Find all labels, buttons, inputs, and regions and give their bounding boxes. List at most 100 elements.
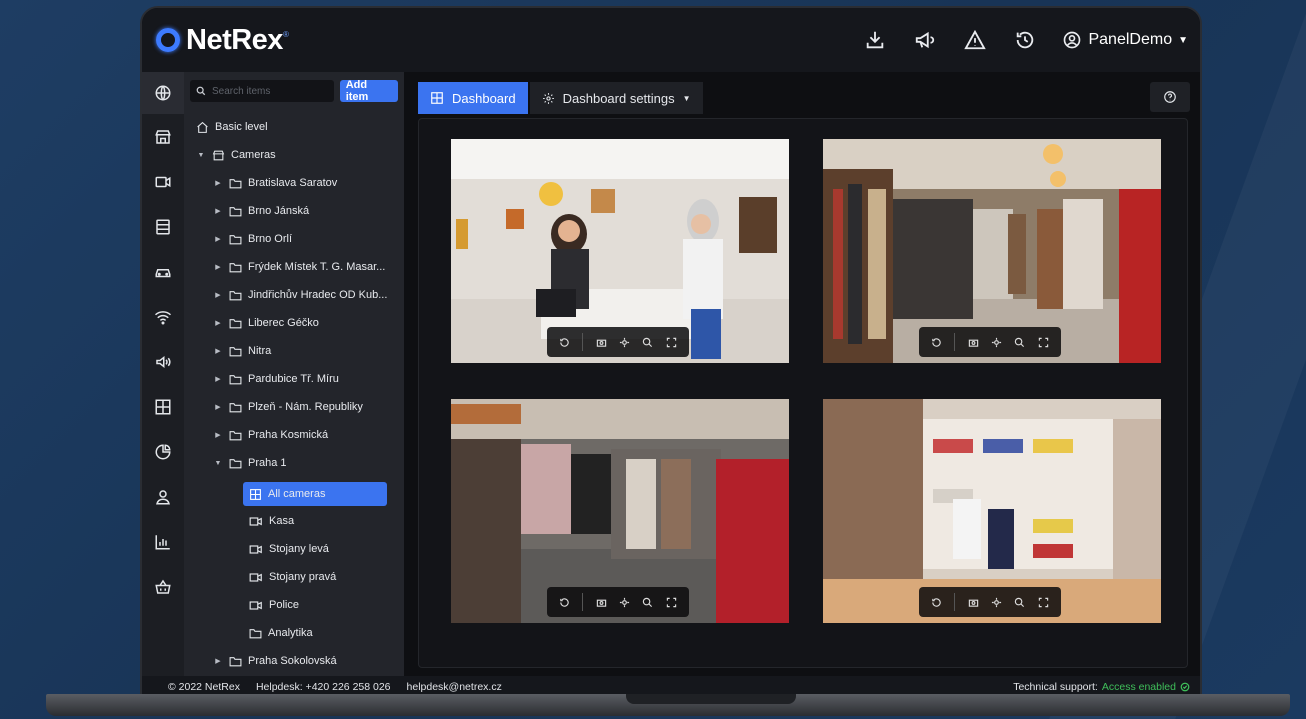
chevron-down-icon: ▼: [1178, 34, 1188, 46]
caret-down-icon[interactable]: ▼: [196, 152, 206, 159]
snapshot-icon[interactable]: [968, 597, 979, 608]
warning-icon[interactable]: [950, 8, 1000, 72]
caret-right-icon[interactable]: ▶: [213, 347, 223, 355]
camera-toolbar: [919, 587, 1061, 617]
tree-item-camera[interactable]: Stojany pravá: [249, 566, 336, 588]
gear-icon[interactable]: [619, 597, 630, 608]
divider: [954, 333, 956, 351]
gear-icon[interactable]: [991, 597, 1002, 608]
tree-item-all-cameras[interactable]: All cameras: [243, 482, 387, 506]
store-icon[interactable]: [142, 114, 184, 159]
tree-item-site[interactable]: ▶ Plzeň - Nám. Republiky: [213, 396, 363, 418]
caret-right-icon[interactable]: ▶: [213, 207, 223, 215]
fullscreen-icon[interactable]: [1038, 337, 1049, 348]
check-circle-icon: [1180, 682, 1190, 692]
folder-icon: [229, 234, 242, 244]
caret-right-icon[interactable]: ▶: [213, 179, 223, 187]
tree-item-site[interactable]: ▶ Pardubice Tř. Míru: [213, 368, 339, 390]
camera-tile[interactable]: [823, 139, 1161, 363]
camera-tile[interactable]: [451, 399, 789, 623]
tree-item-site[interactable]: ▶ Jindřichův Hradec OD Kub...: [213, 284, 387, 306]
basket-icon[interactable]: [142, 564, 184, 609]
search-box[interactable]: [190, 80, 334, 102]
snapshot-icon[interactable]: [596, 337, 607, 348]
globe-icon[interactable]: [142, 72, 184, 114]
caret-down-icon[interactable]: ▼: [213, 460, 223, 467]
user-menu[interactable]: PanelDemo ▼: [1062, 30, 1188, 50]
grid-icon: [431, 92, 443, 104]
tab-dashboard[interactable]: Dashboard: [418, 82, 528, 114]
tree-item-folder[interactable]: Analytika: [249, 622, 313, 644]
tree-item-site[interactable]: ▶ Brno Jánská: [213, 200, 309, 222]
zoom-icon[interactable]: [642, 337, 653, 348]
gear-icon[interactable]: [619, 337, 630, 348]
zoom-icon[interactable]: [1014, 597, 1025, 608]
zoom-icon[interactable]: [1014, 337, 1025, 348]
camera-tile[interactable]: [451, 139, 789, 363]
tree-item-basic-level[interactable]: Basic level: [196, 116, 268, 138]
gear-icon[interactable]: [991, 337, 1002, 348]
caret-right-icon[interactable]: ▶: [213, 263, 223, 271]
tree-item-site[interactable]: ▶ Nitra: [213, 340, 271, 362]
bar-chart-icon[interactable]: [142, 519, 184, 564]
tree-item-label: Basic level: [215, 121, 268, 133]
tree-item-label: Stojany pravá: [269, 571, 337, 583]
top-actions: PanelDemo ▼: [850, 8, 1188, 72]
camera-icon[interactable]: [142, 159, 184, 204]
snapshot-icon[interactable]: [596, 597, 607, 608]
tree-item-site[interactable]: ▶ Praha Sokolovská: [213, 650, 336, 672]
caret-right-icon[interactable]: ▶: [213, 319, 223, 327]
user-icon[interactable]: [142, 474, 184, 519]
caret-right-icon[interactable]: ▶: [213, 291, 223, 299]
caret-right-icon[interactable]: ▶: [213, 235, 223, 243]
car-icon[interactable]: [142, 249, 184, 294]
tree-item-site[interactable]: ▶ Brno Orlí: [213, 228, 292, 250]
caret-right-icon[interactable]: ▶: [213, 375, 223, 383]
tab-label: Dashboard settings: [562, 90, 675, 106]
search-input[interactable]: [212, 85, 322, 97]
add-item-button[interactable]: Add item: [339, 79, 398, 103]
tree-item-camera[interactable]: Stojany levá: [249, 538, 329, 560]
history-icon[interactable]: [1000, 8, 1050, 72]
tree-item-site[interactable]: ▶ Bratislava Saratov: [213, 172, 337, 194]
camera-toolbar: [547, 327, 689, 357]
zoom-icon[interactable]: [642, 597, 653, 608]
fullscreen-icon[interactable]: [666, 597, 677, 608]
grid-icon[interactable]: [142, 384, 184, 429]
tree-item-site-expanded[interactable]: ▼ Praha 1: [213, 452, 287, 474]
pie-chart-icon[interactable]: [142, 429, 184, 474]
caret-right-icon[interactable]: ▶: [213, 657, 223, 665]
fullscreen-icon[interactable]: [1038, 597, 1049, 608]
tab-dashboard-settings[interactable]: Dashboard settings ▼: [529, 82, 703, 114]
tree-item-site[interactable]: ▶ Liberec Géčko: [213, 312, 319, 334]
tree-item-label: Stojany levá: [269, 543, 329, 555]
tree-item-label: Praha 1: [248, 457, 287, 469]
tree-item-label: Analytika: [268, 627, 313, 639]
history-icon[interactable]: [931, 597, 942, 608]
tree-item-cameras[interactable]: ▼ Cameras: [196, 144, 276, 166]
camera-icon: [249, 572, 262, 582]
caret-right-icon[interactable]: ▶: [213, 403, 223, 411]
tree-item-site[interactable]: ▶ Frýdek Místek T. G. Masar...: [213, 256, 385, 278]
help-button[interactable]: [1150, 82, 1190, 112]
history-icon[interactable]: [931, 337, 942, 348]
megaphone-icon[interactable]: [900, 8, 950, 72]
fullscreen-icon[interactable]: [666, 337, 677, 348]
tree-item-camera[interactable]: Police: [249, 594, 299, 616]
speaker-icon[interactable]: [142, 339, 184, 384]
download-icon[interactable]: [850, 8, 900, 72]
caret-right-icon[interactable]: ▶: [213, 431, 223, 439]
helpdesk-phone: Helpdesk: +420 226 258 026: [255, 681, 391, 693]
user-avatar-icon: [1064, 31, 1081, 49]
main-area: Dashboard Dashboard settings ▼: [404, 72, 1200, 676]
tree-item-site[interactable]: ▶ Praha Kosmická: [213, 424, 328, 446]
server-icon[interactable]: [142, 204, 184, 249]
helpdesk-email-link[interactable]: helpdesk@netrex.cz: [407, 681, 502, 693]
tree-item-camera[interactable]: Kasa: [249, 510, 294, 532]
camera-tile[interactable]: [823, 399, 1161, 623]
wifi-icon[interactable]: [142, 294, 184, 339]
history-icon[interactable]: [559, 337, 570, 348]
snapshot-icon[interactable]: [968, 337, 979, 348]
home-icon: [197, 121, 208, 133]
history-icon[interactable]: [559, 597, 570, 608]
